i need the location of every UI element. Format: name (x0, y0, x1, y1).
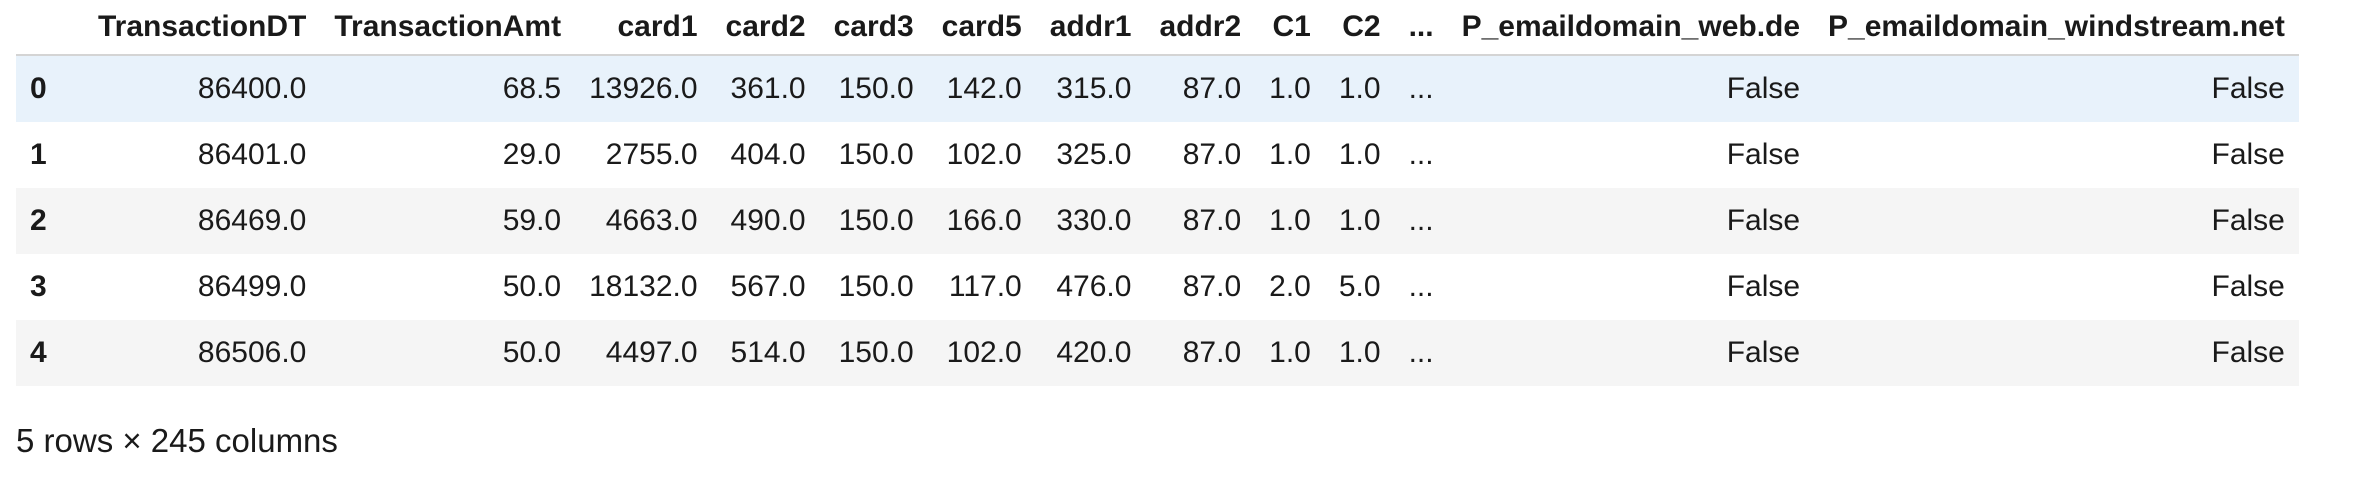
table-cell: 117.0 (948, 270, 1022, 303)
column-header-ellipsis: ... (1394, 0, 1448, 56)
table-cell-ellipsis: ... (1408, 204, 1434, 237)
table-cell: False (2211, 72, 2285, 105)
table-cell: 2755.0 (605, 138, 698, 171)
table-cell: False (2211, 270, 2285, 303)
table-cell: 102.0 (946, 336, 1022, 369)
table-cell: 18132.0 (589, 270, 698, 303)
table-cell: 476.0 (1056, 270, 1132, 303)
table-row: 3 86499.0 50.0 18132.0 567.0 150.0 117.0… (16, 254, 2299, 320)
column-header-addr1: addr1 (1035, 0, 1146, 56)
table-cell: 50.0 (502, 336, 562, 369)
table-cell: 150.0 (838, 72, 914, 105)
dataframe-table: TransactionDT TransactionAmt card1 card2… (16, 0, 2299, 386)
table-cell: False (1726, 72, 1801, 105)
table-cell: 87.0 (1182, 336, 1242, 369)
table-row: 2 86469.0 59.0 4663.0 490.0 150.0 166.0 … (16, 188, 2299, 254)
table-cell: 4663.0 (605, 204, 698, 237)
table-cell: 325.0 (1056, 138, 1132, 171)
table-cell: 1.0 (1269, 72, 1311, 105)
column-header-addr2: addr2 (1145, 0, 1256, 56)
table-cell: 361.0 (730, 72, 806, 105)
table-cell: 567.0 (730, 270, 806, 303)
table-cell: False (2211, 138, 2285, 171)
column-header-card3: card3 (819, 0, 928, 56)
table-cell: False (1726, 204, 1801, 237)
table-cell: 68.5 (502, 72, 562, 105)
index-header (16, 0, 84, 56)
row-index: 3 (30, 270, 47, 303)
table-cell: 87.0 (1182, 138, 1242, 171)
header-row: TransactionDT TransactionAmt card1 card2… (16, 0, 2299, 56)
table-cell: 1.0 (1338, 72, 1381, 105)
table-cell: 86469.0 (197, 204, 307, 237)
table-cell: 514.0 (730, 336, 806, 369)
table-cell: False (1726, 336, 1801, 369)
column-header-p-emaildomain-windstream-net: P_emaildomain_windstream.net (1814, 0, 2299, 56)
table-cell: 87.0 (1182, 72, 1242, 105)
row-index: 2 (30, 204, 47, 237)
table-cell: 150.0 (838, 204, 914, 237)
table-cell: 1.0 (1269, 204, 1311, 237)
dataframe-output: TransactionDT TransactionAmt card1 card2… (0, 0, 2374, 480)
table-cell: 87.0 (1182, 204, 1242, 237)
table-cell: 142.0 (946, 72, 1022, 105)
table-cell: 330.0 (1056, 204, 1132, 237)
dataframe-shape-note: 5 rows × 245 columns (16, 422, 338, 459)
row-index: 0 (30, 72, 47, 105)
table-cell: 50.0 (502, 270, 562, 303)
table-cell: 1.0 (1269, 336, 1311, 369)
table-cell: 1.0 (1269, 138, 1311, 171)
column-header-transactionamt: TransactionAmt (320, 0, 576, 56)
table-cell: 420.0 (1056, 336, 1132, 369)
table-cell-ellipsis: ... (1408, 336, 1434, 369)
table-cell-ellipsis: ... (1408, 270, 1434, 303)
table-cell: False (2211, 336, 2285, 369)
table-cell: 86506.0 (197, 336, 307, 369)
table-cell: 87.0 (1182, 270, 1242, 303)
table-cell: 86401.0 (197, 138, 307, 171)
column-header-c1: C1 (1255, 0, 1325, 56)
table-row: 0 86400.0 68.5 13926.0 361.0 150.0 142.0… (16, 55, 2299, 122)
table-cell: 150.0 (838, 270, 914, 303)
table-row: 4 86506.0 50.0 4497.0 514.0 150.0 102.0 … (16, 320, 2299, 386)
column-header-card5: card5 (927, 0, 1036, 56)
table-cell: 13926.0 (589, 72, 698, 105)
table-cell: 1.0 (1338, 204, 1381, 237)
column-header-p-emaildomain-web-de: P_emaildomain_web.de (1447, 0, 1815, 56)
table-cell: 315.0 (1056, 72, 1132, 105)
table-cell: 29.0 (502, 138, 562, 171)
table-cell: False (2211, 204, 2285, 237)
table-cell: 490.0 (730, 204, 806, 237)
table-body: 0 86400.0 68.5 13926.0 361.0 150.0 142.0… (16, 55, 2299, 386)
table-cell: False (1726, 270, 1801, 303)
row-index: 4 (30, 336, 47, 369)
table-cell: 5.0 (1338, 270, 1381, 303)
column-header-transactiondt: TransactionDT (84, 0, 321, 56)
table-cell: 102.0 (946, 138, 1022, 171)
column-header-card2: card2 (711, 0, 820, 56)
table-cell: 1.0 (1338, 336, 1381, 369)
table-cell: 166.0 (946, 204, 1022, 237)
table-cell: 86499.0 (197, 270, 307, 303)
row-index: 1 (30, 138, 47, 171)
table-cell: 2.0 (1269, 270, 1311, 303)
table-header: TransactionDT TransactionAmt card1 card2… (16, 0, 2299, 56)
table-cell: 150.0 (838, 138, 914, 171)
table-cell: 4497.0 (605, 336, 698, 369)
table-cell: 150.0 (838, 336, 914, 369)
table-cell: 86400.0 (197, 72, 307, 105)
column-header-c2: C2 (1324, 0, 1395, 56)
table-cell-ellipsis: ... (1408, 138, 1434, 171)
table-cell: 404.0 (730, 138, 806, 171)
table-cell: 1.0 (1338, 138, 1381, 171)
column-header-card1: card1 (575, 0, 712, 56)
table-cell: False (1726, 138, 1801, 171)
table-cell-ellipsis: ... (1408, 72, 1434, 105)
table-row: 1 86401.0 29.0 2755.0 404.0 150.0 102.0 … (16, 122, 2299, 188)
table-cell: 59.0 (502, 204, 562, 237)
